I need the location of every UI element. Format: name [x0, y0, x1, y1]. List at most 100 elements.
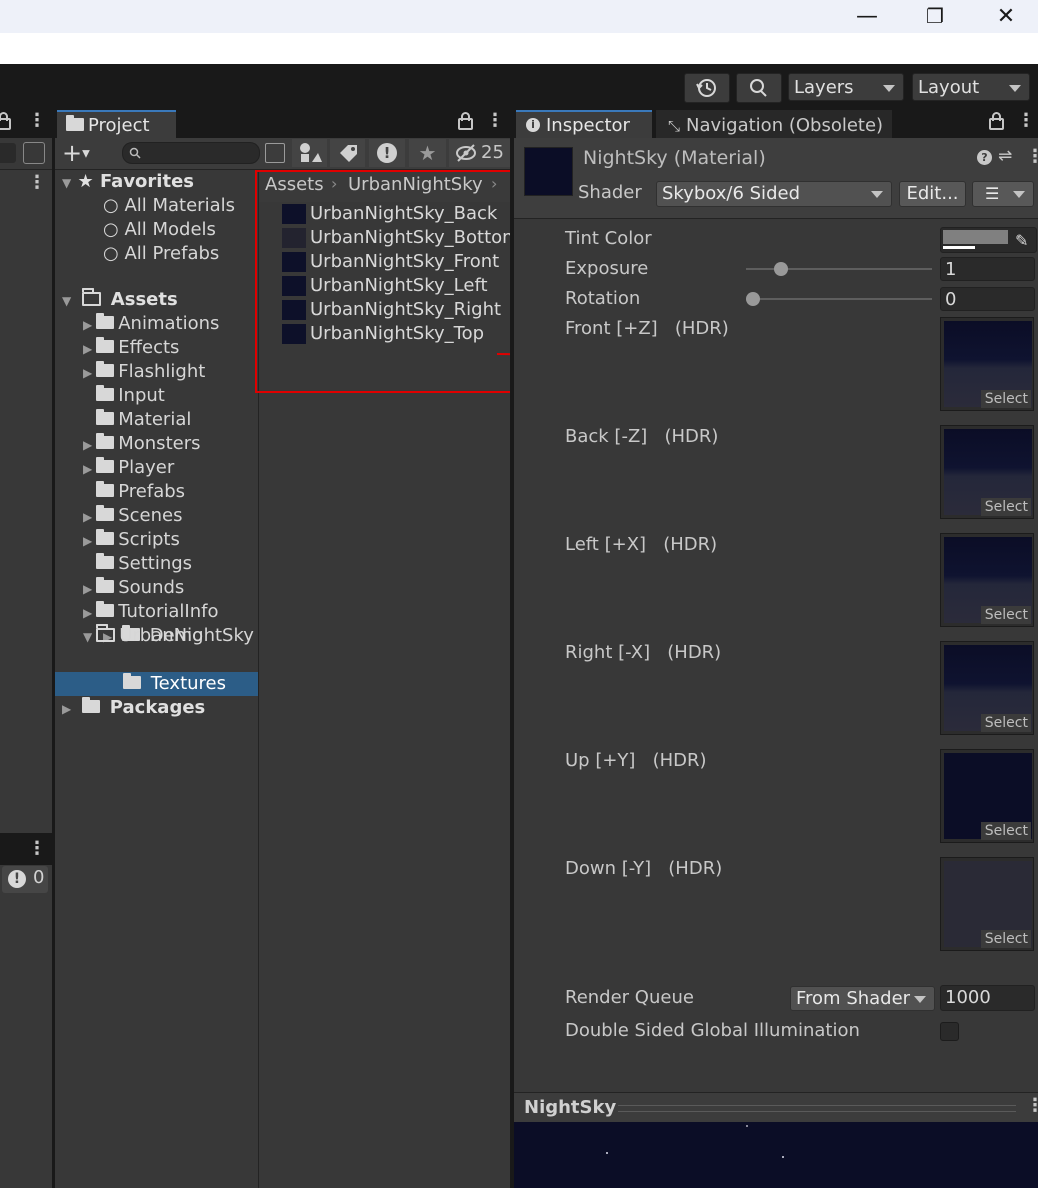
- asset-file-item[interactable]: UrbanNightSky_Back: [282, 202, 510, 226]
- favorites-header[interactable]: ▼ ★ Favorites: [62, 170, 194, 194]
- tint-color-field[interactable]: ✎: [940, 227, 1037, 253]
- folder-item-monsters[interactable]: ▶ Monsters: [83, 432, 200, 456]
- folder-icon: [96, 553, 115, 569]
- select-texture-button[interactable]: Select: [981, 498, 1031, 516]
- folder-label: TutorialInfo: [118, 601, 219, 622]
- filter-by-label-button[interactable]: [330, 139, 365, 167]
- search-scope-icon[interactable]: [265, 143, 285, 163]
- packages-root[interactable]: ▶ Packages: [62, 696, 205, 720]
- folder-item-textures[interactable]: Textures: [123, 672, 226, 696]
- texture-slot[interactable]: Select: [940, 533, 1034, 627]
- create-button[interactable]: +▼: [62, 139, 106, 167]
- history-button[interactable]: [684, 73, 730, 103]
- exposure-slider[interactable]: [746, 262, 932, 276]
- folder-item-scenes[interactable]: ▶ Scenes: [83, 504, 183, 528]
- project-search-input[interactable]: [122, 142, 260, 164]
- tab-navigation[interactable]: ⤡ Navigation (Obsolete): [656, 110, 892, 140]
- favorite-item[interactable]: ○ All Materials: [103, 194, 235, 218]
- folder-item-flashlight[interactable]: ▶ Flashlight: [83, 360, 205, 384]
- exposure-field[interactable]: 1: [940, 257, 1035, 281]
- filter-by-log-button[interactable]: !: [369, 139, 405, 167]
- maximize-icon[interactable]: ❐: [912, 0, 958, 33]
- folder-item-player[interactable]: ▶ Player: [83, 456, 174, 480]
- tab-inspector[interactable]: i Inspector: [516, 110, 652, 140]
- kebab-menu-icon[interactable]: ⋮: [28, 110, 46, 131]
- navigation-icon: ⤡: [668, 117, 681, 135]
- favorite-star-icon[interactable]: ★: [409, 139, 446, 167]
- folder-item-material[interactable]: ▶Material: [83, 408, 191, 432]
- splitter[interactable]: [258, 170, 259, 1188]
- folder-item-effects[interactable]: ▶ Effects: [83, 336, 179, 360]
- asset-file-item[interactable]: UrbanNightSky_Right: [282, 298, 510, 322]
- kebab-menu-icon[interactable]: ⋮: [1026, 1095, 1038, 1116]
- console-error-toggle[interactable]: ! 0: [2, 866, 48, 893]
- breadcrumb-assets[interactable]: Assets: [265, 174, 324, 195]
- hidden-packages-toggle[interactable]: 25: [449, 139, 510, 167]
- edit-shader-button[interactable]: Edit...: [899, 181, 966, 207]
- texture-slot-label: Down [-Y] (HDR): [565, 858, 723, 879]
- star: [606, 1152, 608, 1154]
- search-button[interactable]: [736, 73, 782, 103]
- help-icon[interactable]: ?: [977, 150, 992, 165]
- tab-project[interactable]: Project: [57, 110, 176, 140]
- assets-root[interactable]: ▼ Assets: [62, 287, 178, 312]
- texture-slot[interactable]: Select: [940, 425, 1034, 519]
- texture-slot[interactable]: Select: [940, 317, 1034, 411]
- folder-item-prefabs[interactable]: ▶Prefabs: [83, 480, 185, 504]
- select-texture-button[interactable]: Select: [981, 714, 1031, 732]
- texture-slot-label: Left [+X] (HDR): [565, 534, 718, 555]
- folder-item-animations[interactable]: ▶ Animations: [83, 312, 219, 336]
- close-icon[interactable]: ✕: [983, 0, 1029, 33]
- texture-slot[interactable]: Select: [940, 641, 1034, 735]
- layers-dropdown[interactable]: Layers: [788, 73, 904, 101]
- filter-by-type-button[interactable]: [292, 139, 327, 167]
- folder-icon: [96, 457, 115, 473]
- lock-icon[interactable]: [989, 112, 1004, 130]
- kebab-menu-icon[interactable]: ⋮: [486, 110, 504, 131]
- render-queue-field[interactable]: 1000: [940, 985, 1035, 1011]
- scene-visibility-icon[interactable]: [23, 142, 45, 164]
- material-options-dropdown[interactable]: ☰: [972, 181, 1034, 207]
- asset-file-item[interactable]: UrbanNightSky_Left: [282, 274, 510, 298]
- folder-item-tutorialinfo[interactable]: ▶ TutorialInfo: [83, 600, 218, 624]
- preview-drag-handle[interactable]: [618, 1105, 1016, 1112]
- presets-icon[interactable]: ⇌: [998, 146, 1012, 166]
- folder-item-input[interactable]: ▶Input: [83, 384, 165, 408]
- hierarchy-search-input[interactable]: [0, 143, 16, 163]
- breadcrumb-folder[interactable]: UrbanNightSky: [348, 174, 483, 195]
- eyedropper-icon[interactable]: ✎: [1015, 231, 1028, 250]
- select-texture-button[interactable]: Select: [981, 930, 1031, 948]
- select-texture-button[interactable]: Select: [981, 390, 1031, 408]
- kebab-menu-icon[interactable]: ⋮: [1026, 146, 1038, 167]
- slider-knob[interactable]: [773, 262, 788, 276]
- shader-value: Skybox/6 Sided: [662, 183, 800, 204]
- kebab-menu-icon[interactable]: ⋮: [28, 838, 46, 859]
- kebab-menu-icon[interactable]: ⋮: [1017, 110, 1035, 131]
- asset-file-item[interactable]: UrbanNightSky_Bottom: [282, 226, 510, 250]
- texture-slot[interactable]: Select: [940, 857, 1034, 951]
- asset-file-item[interactable]: UrbanNightSky_Top: [282, 322, 510, 346]
- kebab-menu-icon[interactable]: ⋮: [28, 172, 46, 193]
- render-queue-dropdown[interactable]: From Shader: [790, 986, 935, 1011]
- lock-icon[interactable]: [458, 112, 473, 130]
- slider-knob[interactable]: [746, 292, 760, 306]
- folder-item-sounds[interactable]: ▶ Sounds: [83, 576, 184, 600]
- rotation-slider[interactable]: [746, 292, 932, 306]
- asset-file-item[interactable]: UrbanNightSky_Front: [282, 250, 510, 274]
- layout-dropdown[interactable]: Layout: [912, 73, 1030, 101]
- favorite-item[interactable]: ○ All Prefabs: [103, 242, 219, 266]
- lock-icon[interactable]: [0, 112, 11, 130]
- folder-label: Prefabs: [118, 481, 186, 502]
- rotation-field[interactable]: 0: [940, 287, 1035, 311]
- folder-item-settings[interactable]: ▶Settings: [83, 552, 192, 576]
- texture-slot[interactable]: Select: [940, 749, 1034, 843]
- folder-item-scripts[interactable]: ▶ Scripts: [83, 528, 180, 552]
- select-texture-button[interactable]: Select: [981, 822, 1031, 840]
- folder-item-urbannightsky[interactable]: ▼ UrbanNightSky: [83, 623, 254, 648]
- shader-dropdown[interactable]: Skybox/6 Sided: [656, 181, 892, 207]
- minimize-icon[interactable]: —: [844, 0, 890, 33]
- select-texture-button[interactable]: Select: [981, 606, 1031, 624]
- favorite-item[interactable]: ○ All Models: [103, 218, 216, 242]
- skybox-preview[interactable]: [514, 1122, 1038, 1188]
- double-sided-gi-checkbox[interactable]: [940, 1022, 959, 1041]
